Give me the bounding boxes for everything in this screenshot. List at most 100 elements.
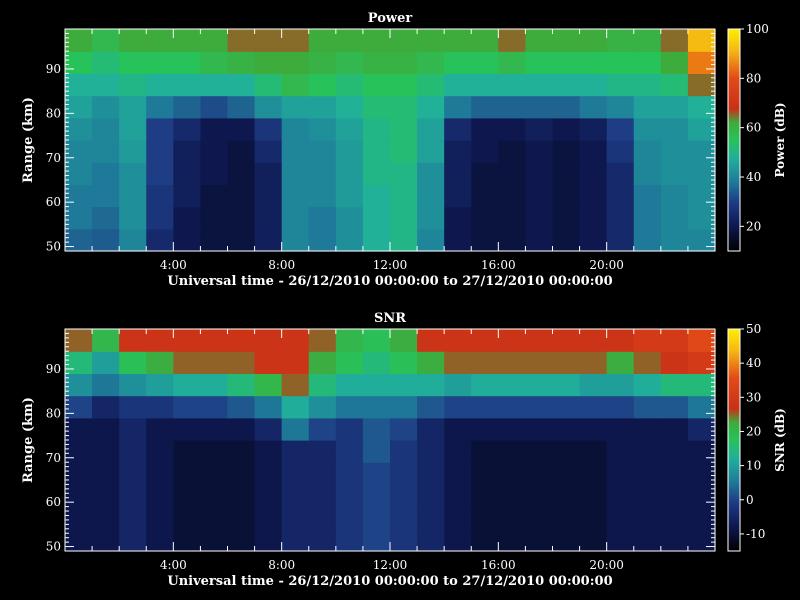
power-heatmap-cell [633, 184, 662, 208]
snr-colorbar-label: SNR (dB) [773, 408, 787, 472]
power-heatmap-cell [660, 29, 689, 52]
snr-heatmap-cell [200, 373, 229, 397]
snr-heatmap-cell [444, 417, 472, 441]
snr-heatmap-cell [146, 440, 174, 463]
snr-heatmap-cell [65, 462, 93, 485]
snr-heatmap-cell [552, 462, 581, 485]
snr-heatmap-cell [687, 506, 716, 530]
snr-heatmap-cell [444, 440, 472, 463]
power-heatmap-cell [119, 95, 147, 119]
snr-heatmap-cell [335, 528, 364, 552]
power-heatmap-cell [687, 73, 716, 97]
power-heatmap-cell [417, 162, 445, 185]
snr-heatmap-cell [498, 528, 527, 552]
snr-heatmap-cell [471, 462, 499, 485]
power-heatmap-cell [633, 162, 662, 185]
power-heatmap-cell [390, 184, 418, 208]
power-heatmap-cell [65, 73, 93, 97]
power-heatmap-cell [281, 184, 310, 208]
power-heatmap-cell [390, 117, 418, 141]
power-heatmap-cell [525, 73, 554, 97]
snr-heatmap-cell [200, 329, 229, 352]
snr-heatmap-cell [254, 373, 283, 397]
power-y-axis-label: Range (km) [21, 97, 36, 183]
snr-heatmap-cell [65, 506, 93, 530]
power-x-tick-label: 16:00 [481, 258, 516, 272]
snr-heatmap-cell [65, 329, 93, 352]
power-heatmap-cell [552, 162, 581, 185]
power-heatmap-cell [254, 162, 283, 185]
snr-heatmap-cell [92, 440, 120, 463]
power-heatmap-cell [525, 184, 554, 208]
snr-heatmap-cell [498, 506, 527, 530]
snr-heatmap-cell [335, 329, 364, 352]
power-heatmap-cell [579, 73, 608, 97]
power-heatmap-cell [660, 95, 689, 119]
power-heatmap-cell [281, 73, 310, 97]
power-heatmap-cell [146, 51, 174, 74]
snr-heatmap-cell [417, 417, 445, 441]
snr-heatmap-cell [173, 417, 202, 441]
snr-heatmap-cell [606, 329, 635, 352]
power-title: Power [368, 11, 413, 26]
snr-heatmap-cell [335, 506, 364, 530]
snr-heatmap-cell [281, 484, 310, 508]
snr-heatmap-cell [687, 440, 716, 463]
power-heatmap-cell [687, 184, 716, 208]
power-heatmap-cell [92, 73, 120, 97]
snr-heatmap-cell [200, 417, 229, 441]
power-heatmap-cell [173, 29, 202, 52]
snr-heatmap-cell [254, 351, 283, 374]
snr-heatmap-cell [335, 462, 364, 485]
power-heatmap-cell [417, 51, 445, 74]
snr-heatmap-cell [498, 329, 527, 352]
snr-heatmap-cell [281, 528, 310, 552]
power-heatmap-cell [335, 29, 364, 52]
snr-heatmap-cell [254, 506, 283, 530]
snr-heatmap-cell [471, 440, 499, 463]
power-heatmap-cell [362, 95, 391, 119]
power-heatmap-cell [173, 140, 202, 163]
power-heatmap-cell [119, 206, 147, 230]
power-y-tick-label: 60 [46, 195, 61, 209]
snr-heatmap-cell [660, 440, 689, 463]
snr-heatmap-cell [119, 462, 147, 485]
snr-colorbar-tick-label: 10 [746, 459, 761, 473]
power-heatmap-cell [281, 117, 310, 141]
snr-y-tick-label: 70 [46, 451, 61, 465]
power-heatmap-cell [417, 95, 445, 119]
power-heatmap-cell [660, 206, 689, 230]
power-heatmap-cell [471, 29, 499, 52]
snr-colorbar-tick-label: -10 [746, 527, 765, 541]
power-heatmap-cell [687, 51, 716, 74]
snr-heatmap-cell [335, 373, 364, 397]
power-heatmap-cell [92, 140, 120, 163]
snr-heatmap-cell [146, 351, 174, 374]
power-heatmap-cell [633, 140, 662, 163]
snr-heatmap-cell [390, 373, 418, 397]
power-heatmap-cell [362, 206, 391, 230]
snr-heatmap [65, 329, 716, 552]
power-heatmap [65, 29, 716, 252]
power-heatmap-cell [173, 73, 202, 97]
power-heatmap-cell [417, 184, 445, 208]
power-heatmap-cell [687, 29, 716, 52]
snr-heatmap-cell [65, 351, 93, 374]
power-heatmap-cell [498, 95, 527, 119]
snr-heatmap-cell [606, 395, 635, 419]
snr-x-tick-label: 4:00 [160, 558, 187, 572]
power-heatmap-cell [254, 184, 283, 208]
snr-heatmap-cell [227, 373, 256, 397]
snr-heatmap-cell [362, 395, 391, 419]
power-heatmap-cell [65, 117, 93, 141]
snr-heatmap-cell [92, 373, 120, 397]
snr-x-tick-label: 20:00 [589, 558, 624, 572]
snr-heatmap-cell [417, 440, 445, 463]
power-heatmap-cell [606, 29, 635, 52]
power-heatmap-cell [606, 228, 635, 252]
snr-heatmap-cell [146, 395, 174, 419]
power-heatmap-cell [281, 140, 310, 163]
power-heatmap-cell [227, 228, 256, 252]
power-heatmap-cell [606, 51, 635, 74]
power-heatmap-cell [687, 228, 716, 252]
